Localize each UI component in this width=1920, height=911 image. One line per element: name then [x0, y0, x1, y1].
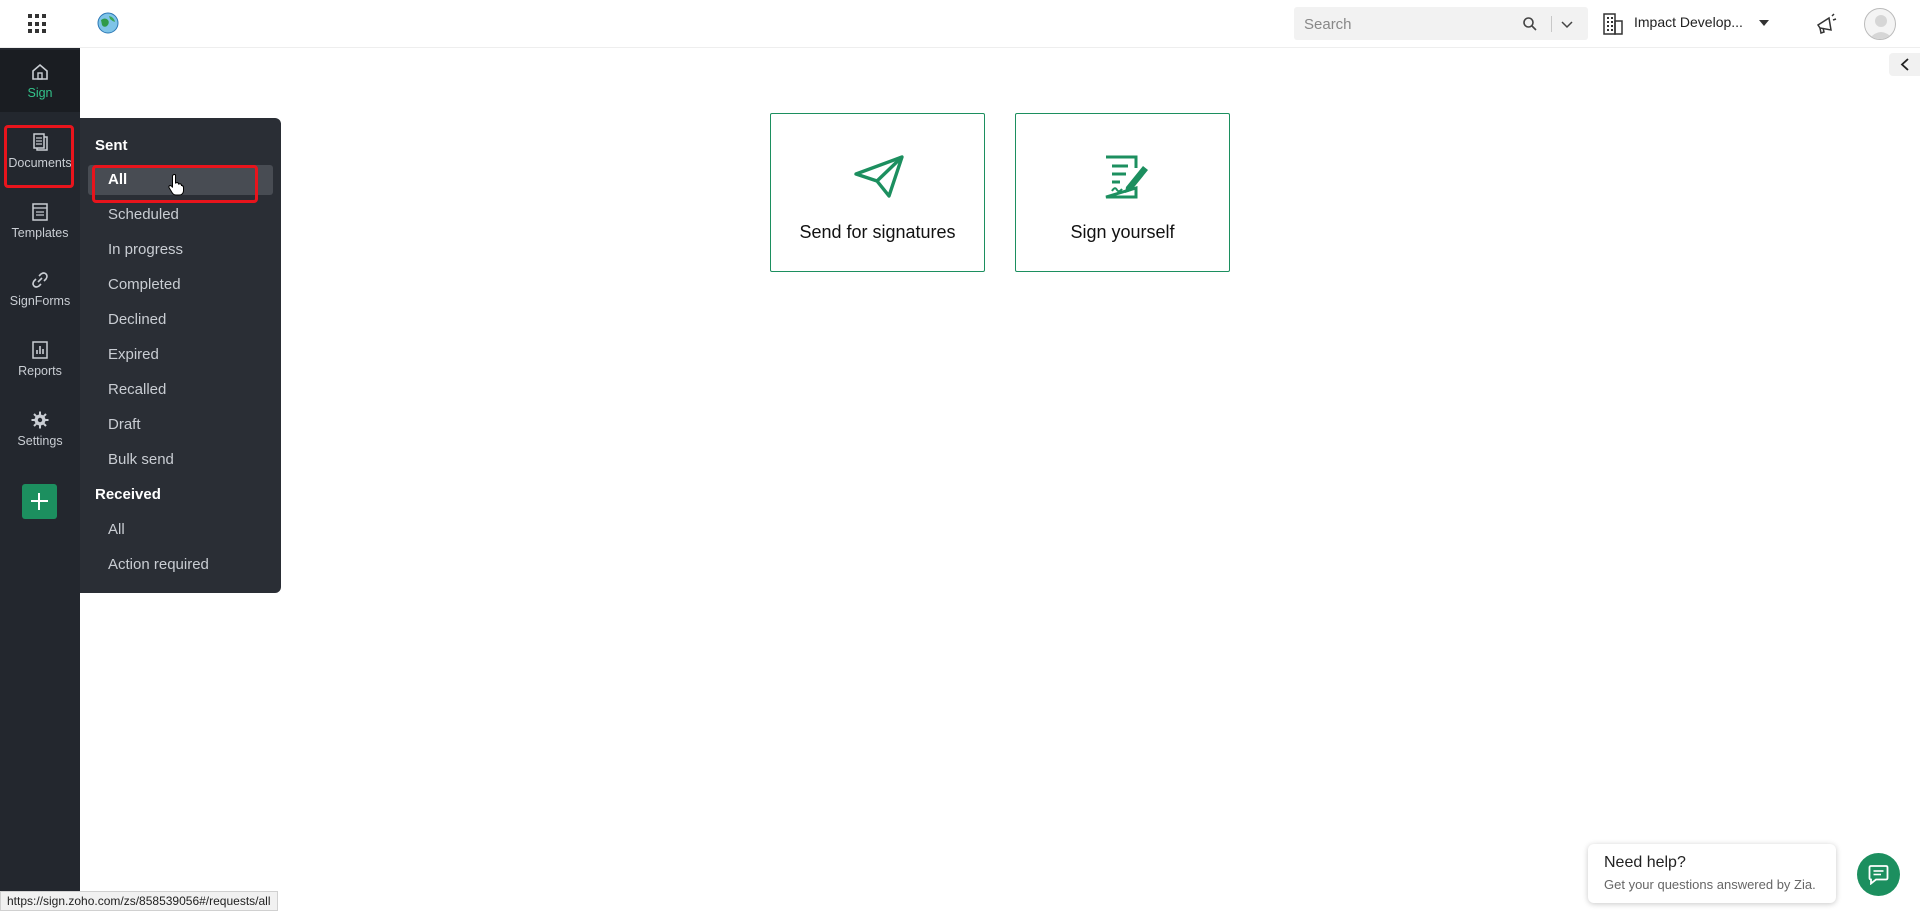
chat-icon: [1868, 865, 1889, 885]
help-bubble[interactable]: Need help? Get your questions answered b…: [1588, 844, 1836, 903]
top-bar: Impact Develop...: [0, 0, 1920, 48]
documents-flyout-menu: Sent All Scheduled In progress Completed…: [80, 118, 281, 593]
sign-document-icon: [1105, 155, 1148, 199]
flyout-item-in-progress[interactable]: In progress: [88, 235, 273, 265]
received-heading: Received: [95, 486, 161, 503]
chevron-left-icon: [1900, 58, 1909, 71]
flyout-item-scheduled[interactable]: Scheduled: [88, 200, 273, 230]
flyout-item-expired[interactable]: Expired: [88, 340, 273, 370]
sidebar-item-label: Sign: [27, 86, 53, 100]
sign-yourself-label: Sign yourself: [1070, 222, 1175, 242]
send-for-signatures-card[interactable]: Send for signatures: [770, 113, 985, 272]
collapse-panel-button[interactable]: [1889, 53, 1920, 76]
create-new-button[interactable]: [22, 484, 57, 519]
home-icon: [32, 63, 48, 80]
sidebar-item-signforms[interactable]: SignForms: [0, 258, 80, 320]
announcement-icon[interactable]: [1814, 12, 1838, 36]
help-title: Need help?: [1604, 854, 1686, 871]
flyout-item-bulk-send[interactable]: Bulk send: [88, 445, 273, 475]
link-icon: [32, 272, 48, 288]
templates-icon: [32, 203, 48, 221]
search-input[interactable]: [1304, 14, 1504, 34]
user-icon: [1869, 15, 1893, 39]
sidebar-item-reports[interactable]: Reports: [0, 328, 80, 390]
sidebar-item-documents[interactable]: Documents: [0, 120, 80, 182]
zoho-sign-logo[interactable]: [96, 11, 120, 35]
flyout-item-sent-all[interactable]: All: [88, 165, 273, 195]
flyout-item-action-required[interactable]: Action required: [88, 550, 273, 580]
search-icon[interactable]: [1522, 16, 1538, 32]
sidebar-item-label: Reports: [18, 364, 62, 378]
sidebar-item-settings[interactable]: Settings: [0, 398, 80, 460]
sidebar-item-sign[interactable]: Sign: [0, 50, 80, 112]
organization-icon[interactable]: [1602, 12, 1624, 36]
send-for-signatures-label: Send for signatures: [799, 222, 956, 242]
help-subtitle: Get your questions answered by Zia.: [1604, 877, 1816, 892]
status-bar-url: https://sign.zoho.com/zs/858539056#/requ…: [0, 891, 278, 911]
flyout-item-declined[interactable]: Declined: [88, 305, 273, 335]
flyout-item-received-all[interactable]: All: [88, 515, 273, 545]
paper-plane-icon: [854, 155, 904, 198]
flyout-item-completed[interactable]: Completed: [88, 270, 273, 300]
sidebar-item-label: SignForms: [9, 294, 71, 308]
search-box: [1294, 7, 1588, 40]
sent-heading: Sent: [95, 137, 128, 154]
chevron-down-icon[interactable]: [1559, 16, 1575, 32]
reports-icon: [32, 341, 48, 359]
documents-icon: [33, 133, 48, 151]
flyout-item-recalled[interactable]: Recalled: [88, 375, 273, 405]
search-separator: [1551, 16, 1552, 32]
sidebar-item-label: Settings: [17, 434, 63, 448]
chat-button[interactable]: [1857, 853, 1900, 896]
sidebar-item-label: Documents: [8, 156, 72, 170]
user-avatar[interactable]: [1864, 8, 1896, 40]
app-grid-icon[interactable]: [28, 14, 48, 34]
gear-icon: [31, 411, 49, 429]
sidebar-item-templates[interactable]: Templates: [0, 190, 80, 252]
flyout-item-draft[interactable]: Draft: [88, 410, 273, 440]
sidebar-item-label: Templates: [11, 226, 69, 240]
sign-yourself-card[interactable]: Sign yourself: [1015, 113, 1230, 272]
organization-name[interactable]: Impact Develop...: [1634, 14, 1743, 30]
caret-down-icon[interactable]: [1759, 20, 1769, 26]
